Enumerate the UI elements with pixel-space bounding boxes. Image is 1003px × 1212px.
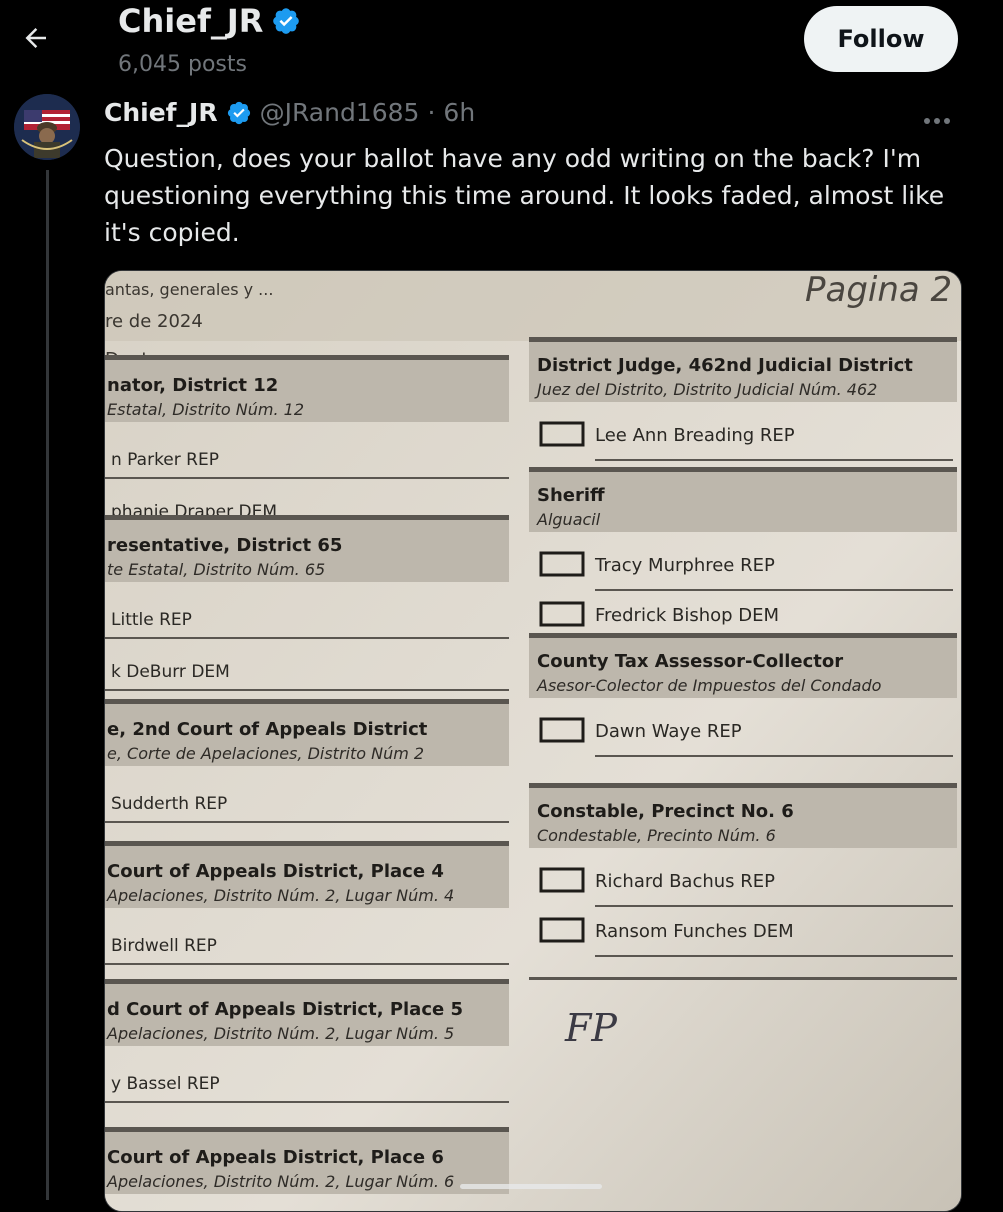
section-title: Court of Appeals District, Place 4: [107, 861, 444, 882]
post-time[interactable]: 6h: [443, 98, 475, 127]
follow-button[interactable]: Follow: [804, 6, 958, 72]
section-subtitle: Juez del Distrito, Distrito Judicial Núm…: [534, 380, 877, 399]
post-image[interactable]: antas, generales y ...re de 2024DentonPa…: [104, 270, 962, 1212]
candidate-line: [595, 905, 953, 907]
meta-separator: ·: [427, 98, 436, 127]
more-options-button[interactable]: [922, 104, 952, 134]
ballot-header-line: re de 2024: [105, 311, 203, 332]
section-rule: [529, 633, 957, 638]
section-rule: [105, 699, 509, 704]
profile-header: Chief_JR 6,045 posts Follow: [0, 0, 1003, 86]
section-subtitle: Apelaciones, Distrito Núm. 2, Lugar Núm.…: [106, 1024, 454, 1043]
handwritten-initials: FP: [564, 1006, 618, 1050]
ballot-page-label: Pagina 2: [805, 271, 952, 310]
section-title: d Court of Appeals District, Place 5: [107, 999, 463, 1020]
arrow-left-icon: [25, 28, 46, 48]
section-rule: [529, 783, 957, 788]
section-subtitle: e, Corte de Apelaciones, Distrito Núm 2: [107, 744, 424, 763]
posts-count: 6,045 posts: [118, 52, 247, 77]
candidate-line: [105, 963, 509, 965]
section-title: District Judge, 462nd Judicial District: [537, 355, 913, 376]
scroll-indicator: [460, 1184, 602, 1189]
section-subtitle: Estatal, Distrito Núm. 12: [107, 400, 304, 419]
candidate-name: Tracy Murphree REP: [594, 555, 775, 576]
section-rule: [529, 977, 957, 980]
verified-badge-icon: [227, 101, 250, 124]
section-title: nator, District 12: [107, 375, 278, 396]
author-handle[interactable]: @JRand1685: [260, 98, 420, 127]
section-subtitle: Apelaciones, Distrito Núm. 2, Lugar Núm.…: [106, 1172, 454, 1191]
section-title: e, 2nd Court of Appeals District: [107, 719, 428, 740]
section-rule: [529, 467, 957, 472]
section-title: County Tax Assessor-Collector: [537, 651, 843, 672]
candidate-name: Dawn Waye REP: [595, 721, 742, 742]
verified-badge-icon: [273, 8, 300, 34]
candidate-name: Fredrick Bishop DEM: [595, 605, 779, 626]
candidate-line: [595, 459, 953, 461]
candidate-line: [105, 1101, 509, 1103]
section-rule: [105, 515, 509, 520]
back-button[interactable]: [16, 18, 56, 58]
candidate-line: [595, 755, 953, 757]
section-title: Constable, Precinct No. 6: [537, 801, 794, 822]
section-subtitle: Alguacil: [536, 510, 601, 529]
section-title: resentative, District 65: [107, 535, 342, 556]
candidate-line: [105, 689, 509, 691]
section-rule: [105, 1127, 509, 1132]
candidate-name: k DeBurr DEM: [111, 662, 230, 682]
section-rule: [105, 841, 509, 846]
section-subtitle: Apelaciones, Distrito Núm. 2, Lugar Núm.…: [106, 886, 454, 905]
candidate-name: Ransom Funches DEM: [595, 921, 794, 942]
post-header: Chief_JR @JRand1685 · 6h: [104, 98, 475, 127]
section-subtitle: te Estatal, Distrito Núm. 65: [107, 560, 325, 579]
candidate-name: y Bassel REP: [111, 1074, 220, 1094]
section-subtitle: Condestable, Precinto Núm. 6: [537, 826, 776, 845]
avatar[interactable]: [14, 94, 80, 160]
candidate-name: Sudderth REP: [111, 794, 227, 814]
candidate-line: [595, 589, 953, 591]
candidate-line: [105, 637, 509, 639]
more-horizontal-icon: [924, 118, 950, 124]
profile-title: Chief_JR: [118, 2, 301, 40]
section-title: Court of Appeals District, Place 6: [107, 1147, 444, 1168]
thread-line: [46, 170, 49, 1200]
candidate-name: Lee Ann Breading REP: [595, 425, 795, 446]
profile-name: Chief_JR: [118, 2, 264, 40]
section-rule: [105, 979, 509, 984]
section-rule: [529, 337, 957, 342]
section-rule: [105, 355, 509, 360]
ballot-header-line: antas, generales y ...: [105, 280, 273, 299]
candidate-line: [105, 821, 509, 823]
candidate-name: Birdwell REP: [111, 936, 217, 956]
candidate-name: n Parker REP: [111, 450, 219, 470]
author-name[interactable]: Chief_JR: [104, 98, 218, 127]
candidate-name: Little REP: [111, 610, 192, 630]
post-text: Question, does your ballot have any odd …: [104, 144, 945, 247]
candidate-line: [105, 477, 509, 479]
section-subtitle: Asesor-Colector de Impuestos del Condado: [536, 676, 882, 695]
candidate-name: Richard Bachus REP: [595, 871, 775, 892]
candidate-line: [595, 955, 953, 957]
section-title: Sheriff: [537, 485, 605, 506]
